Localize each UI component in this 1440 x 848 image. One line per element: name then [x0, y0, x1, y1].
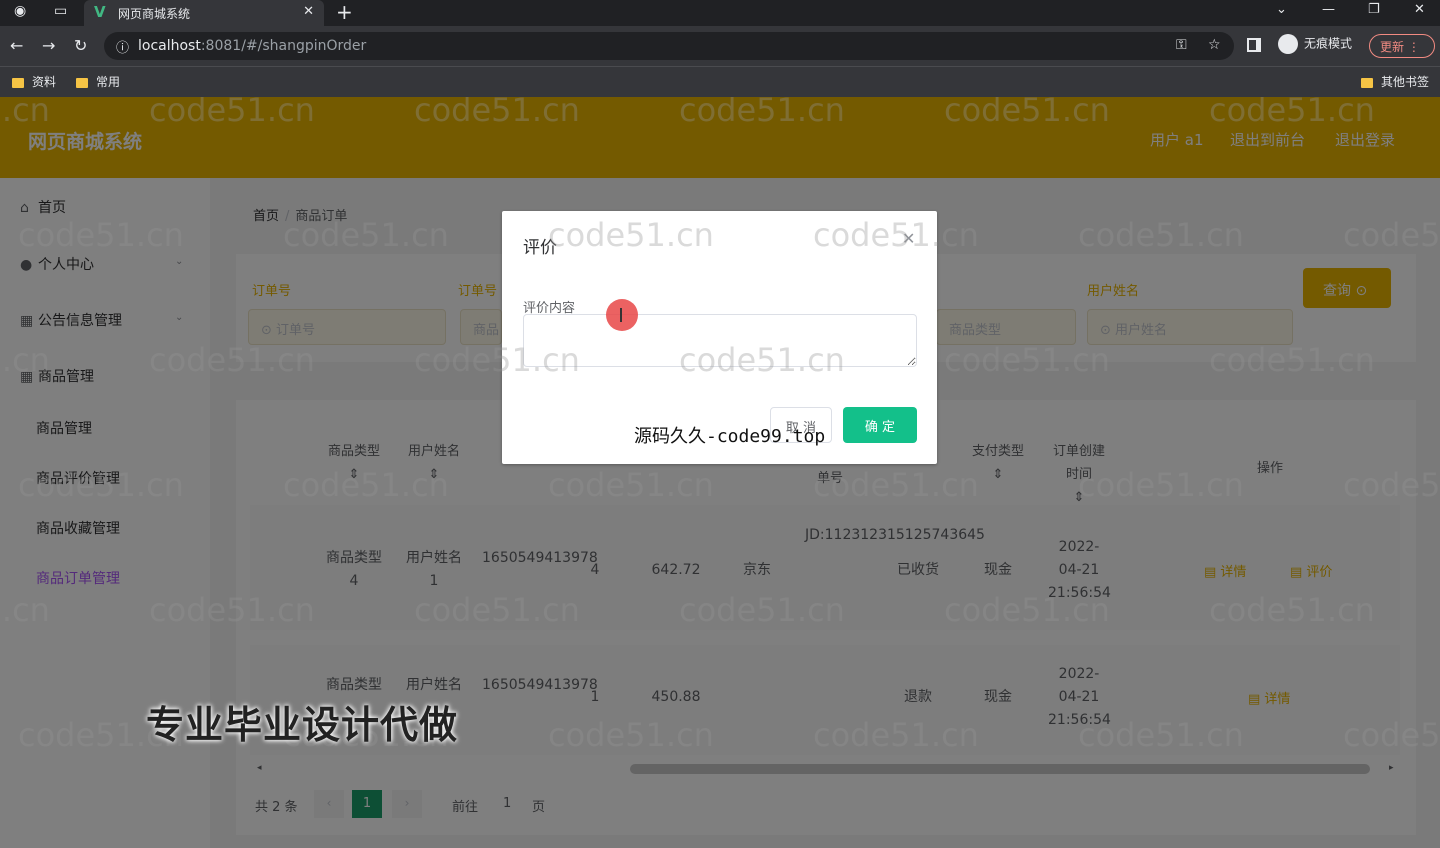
bookmark-item[interactable]: 常用 — [76, 73, 120, 90]
dialog-close-icon[interactable]: ✕ — [902, 229, 915, 248]
tab-list-chevron-icon[interactable]: ⌄ — [1276, 2, 1287, 17]
incognito-globe-icon[interactable]: ◉ — [14, 3, 26, 19]
bookmark-item[interactable]: 资料 — [12, 73, 56, 90]
new-tab-icon[interactable]: + — [336, 0, 353, 24]
incognito-label: 无痕模式 — [1304, 36, 1353, 51]
dialog-title: 评价 — [523, 238, 557, 258]
mouse-cursor-indicator — [606, 299, 638, 331]
update-button[interactable]: 更新 ⋮ — [1369, 34, 1435, 58]
tab-search-icon[interactable]: ▭ — [54, 3, 67, 19]
site-info-icon[interactable]: ⓘ — [116, 37, 129, 56]
other-bookmarks[interactable]: 其他书签 — [1361, 73, 1429, 90]
confirm-button[interactable]: 确 定 — [843, 407, 917, 443]
back-icon[interactable]: ← — [10, 36, 23, 55]
review-content-textarea[interactable] — [523, 314, 917, 367]
minimize-icon[interactable]: — — [1322, 2, 1335, 17]
key-icon[interactable]: ⚿ — [1176, 37, 1187, 53]
update-label: 更新 — [1380, 40, 1405, 54]
folder-icon — [12, 77, 24, 88]
watermark-banner: 专业毕业设计代做 — [146, 703, 459, 747]
browser-titlebar: ◉ ▭ V 网页商城系统 ✕ + ⌄ — ❐ ✕ — [0, 0, 1440, 26]
reload-icon[interactable]: ↻ — [74, 36, 87, 55]
address-toolbar: ← → ↻ ⓘ localhost:8081/#/shangpinOrder ⚿… — [0, 26, 1440, 66]
url-text: localhost:8081/#/shangpinOrder — [138, 38, 367, 54]
restore-icon[interactable]: ❐ — [1368, 2, 1380, 17]
folder-icon — [76, 77, 88, 88]
incognito-indicator[interactable]: 无痕模式 — [1278, 34, 1352, 58]
side-panel-icon[interactable] — [1247, 38, 1261, 52]
tab-title: 网页商城系统 — [118, 7, 191, 21]
browser-tab[interactable]: V 网页商城系统 ✕ — [84, 0, 324, 26]
watermark-caption: 源码久久-code99.top — [634, 426, 826, 447]
bookmarks-bar: 资料 常用 其他书签 — [0, 66, 1440, 97]
window-close-icon[interactable]: ✕ — [1414, 2, 1425, 17]
tab-close-icon[interactable]: ✕ — [303, 4, 314, 19]
url-bar[interactable]: ⓘ localhost:8081/#/shangpinOrder ⚿ ☆ — [104, 32, 1234, 60]
incognito-avatar-icon — [1278, 34, 1298, 54]
folder-icon — [1361, 77, 1373, 88]
forward-icon[interactable]: → — [42, 36, 55, 55]
bookmark-star-icon[interactable]: ☆ — [1208, 37, 1221, 53]
vue-logo-icon: V — [94, 3, 106, 21]
